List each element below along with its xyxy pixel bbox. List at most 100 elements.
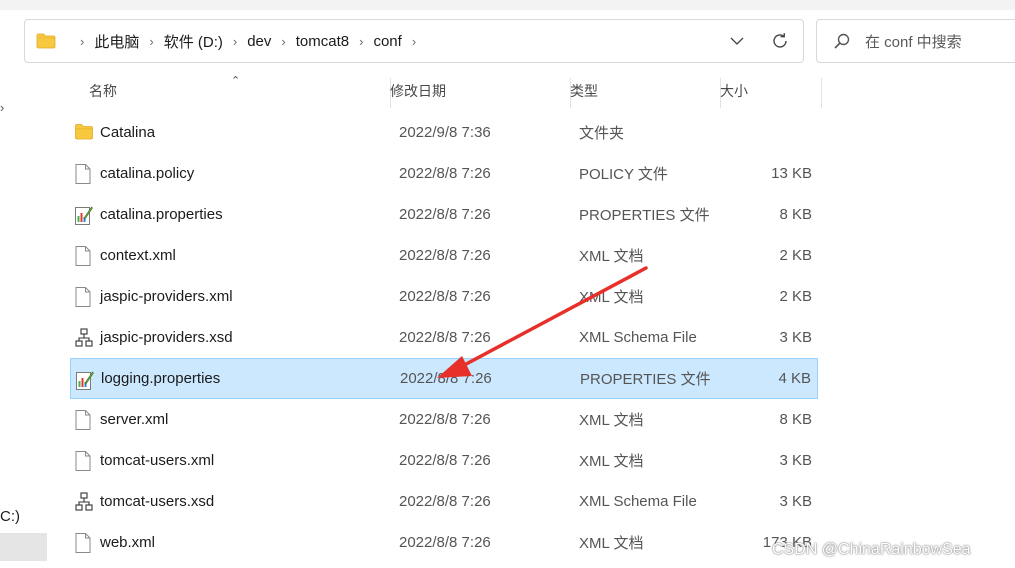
file-icon bbox=[75, 287, 93, 307]
file-row[interactable]: web.xml 2022/8/8 7:26 XML 文档 173 KB bbox=[70, 522, 818, 563]
file-type: XML 文档 bbox=[579, 453, 644, 470]
address-bar[interactable]: › 此电脑 › 软件 (D:) › dev › tomcat8 › conf › bbox=[24, 19, 804, 63]
file-type: POLICY 文件 bbox=[579, 166, 668, 183]
file-type: XML 文档 bbox=[579, 412, 644, 429]
folder-icon bbox=[75, 123, 93, 143]
chevron-right-icon[interactable]: › bbox=[412, 34, 416, 49]
search-input[interactable]: 在 conf 中搜索 bbox=[816, 19, 1015, 63]
file-modified-date: 2022/8/8 7:26 bbox=[400, 370, 492, 387]
file-row[interactable]: jaspic-providers.xsd 2022/8/8 7:26 XML Sch… bbox=[70, 317, 818, 358]
file-row[interactable]: logging.properties 2022/8/8 7:26 PROPERTIE… bbox=[70, 358, 818, 399]
file-size: 3 KB bbox=[779, 329, 812, 346]
breadcrumb-item-conf[interactable]: conf bbox=[373, 33, 401, 50]
folder-icon bbox=[36, 33, 56, 49]
file-name: server.xml bbox=[100, 411, 169, 428]
column-header-size[interactable]: 大小 bbox=[720, 74, 820, 108]
breadcrumb: › 此电脑 › 软件 (D:) › dev › tomcat8 › conf › bbox=[70, 31, 426, 52]
navigation-pane: › C:) bbox=[0, 70, 48, 568]
file-list: Catalina 2022/9/8 7:36 文件夹 catalina.policy 2… bbox=[70, 112, 818, 563]
column-header-name[interactable]: 名称 bbox=[89, 74, 389, 108]
search-icon bbox=[834, 33, 850, 49]
column-header-date[interactable]: 修改日期 bbox=[390, 74, 570, 108]
file-size: 8 KB bbox=[779, 206, 812, 223]
breadcrumb-item-dev[interactable]: dev bbox=[247, 33, 271, 50]
chevron-right-icon[interactable]: › bbox=[0, 100, 4, 115]
file-row[interactable]: tomcat-users.xsd 2022/8/8 7:26 XML Schema … bbox=[70, 481, 818, 522]
file-modified-date: 2022/9/8 7:36 bbox=[399, 124, 491, 141]
refresh-button[interactable] bbox=[757, 20, 803, 62]
nav-item-selected[interactable] bbox=[0, 533, 47, 561]
file-name: tomcat-users.xml bbox=[100, 452, 215, 469]
file-name: logging.properties bbox=[101, 370, 221, 387]
file-name: web.xml bbox=[100, 534, 156, 551]
address-history-dropdown-button[interactable] bbox=[717, 20, 757, 62]
file-icon bbox=[75, 246, 93, 266]
file-size: 13 KB bbox=[771, 165, 812, 182]
file-icon bbox=[75, 410, 93, 430]
file-modified-date: 2022/8/8 7:26 bbox=[399, 165, 491, 182]
chevron-right-icon[interactable]: › bbox=[149, 34, 153, 49]
schema-file-icon bbox=[75, 328, 93, 348]
file-modified-date: 2022/8/8 7:26 bbox=[399, 247, 491, 264]
file-row[interactable]: catalina.policy 2022/8/8 7:26 POLICY 文件 13 … bbox=[70, 153, 818, 194]
file-name: jaspic-providers.xsd bbox=[100, 329, 233, 346]
file-name: catalina.policy bbox=[100, 165, 195, 182]
column-header-name-label: 名称 bbox=[89, 83, 117, 99]
nav-item-drive-c[interactable]: C:) bbox=[0, 508, 20, 525]
file-type: XML Schema File bbox=[579, 329, 697, 346]
column-header-size-label: 大小 bbox=[720, 83, 748, 99]
file-name: jaspic-providers.xml bbox=[100, 288, 233, 305]
file-row[interactable]: server.xml 2022/8/8 7:26 XML 文档 8 KB bbox=[70, 399, 818, 440]
schema-file-icon bbox=[75, 492, 93, 512]
breadcrumb-item-this-pc[interactable]: 此电脑 bbox=[94, 31, 139, 52]
search-placeholder: 在 conf 中搜索 bbox=[865, 33, 962, 51]
file-row[interactable]: context.xml 2022/8/8 7:26 XML 文档 2 KB bbox=[70, 235, 818, 276]
file-modified-date: 2022/8/8 7:26 bbox=[399, 452, 491, 469]
file-row[interactable]: Catalina 2022/9/8 7:36 文件夹 bbox=[70, 112, 818, 153]
file-type: PROPERTIES 文件 bbox=[580, 371, 711, 388]
file-modified-date: 2022/8/8 7:26 bbox=[399, 206, 491, 223]
watermark-text: CSDN @ChinaRainbowSea bbox=[772, 541, 971, 558]
file-modified-date: 2022/8/8 7:26 bbox=[399, 493, 491, 510]
file-icon bbox=[75, 164, 93, 184]
file-row[interactable]: catalina.properties 2022/8/8 7:26 PROPERTI… bbox=[70, 194, 818, 235]
column-header-type-label: 类型 bbox=[570, 83, 598, 99]
file-type: 文件夹 bbox=[579, 125, 625, 142]
file-modified-date: 2022/8/8 7:26 bbox=[399, 288, 491, 305]
file-type: XML 文档 bbox=[579, 248, 644, 265]
breadcrumb-item-tomcat8[interactable]: tomcat8 bbox=[296, 33, 349, 50]
column-header-date-label: 修改日期 bbox=[390, 83, 446, 99]
file-type: XML Schema File bbox=[579, 493, 697, 510]
file-name: context.xml bbox=[100, 247, 176, 264]
column-headers: ⌃ 名称 修改日期 类型 大小 bbox=[70, 74, 822, 108]
file-size: 4 KB bbox=[778, 370, 811, 387]
chevron-right-icon[interactable]: › bbox=[281, 34, 285, 49]
chevron-down-icon bbox=[730, 37, 744, 45]
file-modified-date: 2022/8/8 7:26 bbox=[399, 534, 491, 551]
file-type: XML 文档 bbox=[579, 535, 644, 552]
file-icon bbox=[75, 533, 93, 553]
file-row[interactable]: jaspic-providers.xml 2022/8/8 7:26 XML 文档 2… bbox=[70, 276, 818, 317]
file-name: Catalina bbox=[100, 124, 156, 141]
refresh-icon bbox=[773, 33, 787, 48]
file-type: PROPERTIES 文件 bbox=[579, 207, 710, 224]
file-icon bbox=[75, 451, 93, 471]
file-modified-date: 2022/8/8 7:26 bbox=[399, 329, 491, 346]
file-size: 3 KB bbox=[779, 493, 812, 510]
file-row[interactable]: tomcat-users.xml 2022/8/8 7:26 XML 文档 3 KB bbox=[70, 440, 818, 481]
column-header-type[interactable]: 类型 bbox=[570, 74, 720, 108]
file-modified-date: 2022/8/8 7:26 bbox=[399, 411, 491, 428]
chevron-right-icon[interactable]: › bbox=[359, 34, 363, 49]
properties-file-icon bbox=[76, 370, 94, 390]
chevron-right-icon[interactable]: › bbox=[233, 34, 237, 49]
chevron-right-icon[interactable]: › bbox=[80, 34, 84, 49]
title-strip bbox=[0, 0, 1015, 10]
file-type: XML 文档 bbox=[579, 289, 644, 306]
file-name: tomcat-users.xsd bbox=[100, 493, 215, 510]
file-size: 2 KB bbox=[779, 247, 812, 264]
breadcrumb-item-drive-d[interactable]: 软件 (D:) bbox=[164, 31, 223, 52]
file-size: 3 KB bbox=[779, 452, 812, 469]
file-size: 8 KB bbox=[779, 411, 812, 428]
column-divider[interactable] bbox=[821, 78, 822, 108]
file-name: catalina.properties bbox=[100, 206, 223, 223]
